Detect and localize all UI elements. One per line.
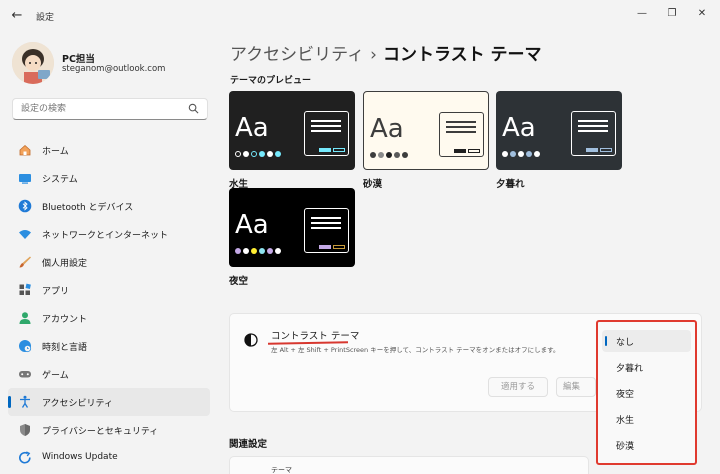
breadcrumb-separator: ›: [370, 45, 377, 65]
related-settings-card[interactable]: テーマ: [229, 456, 589, 474]
theme-sample-text: Aa: [370, 114, 404, 144]
sidebar-item-privacy[interactable]: プライバシーとセキュリティ: [8, 416, 210, 444]
brush-icon: [19, 256, 31, 268]
dropdown-option-none[interactable]: なし: [602, 330, 691, 352]
dropdown-option-label: 水生: [616, 416, 635, 426]
sidebar-item-time-language[interactable]: 時刻と言語: [8, 332, 210, 360]
search-input[interactable]: [13, 99, 173, 119]
sidebar-item-personalization[interactable]: 個人用設定: [8, 248, 210, 276]
breadcrumb-parent[interactable]: アクセシビリティ: [230, 45, 364, 65]
sidebar-item-bluetooth[interactable]: Bluetooth とデバイス: [8, 192, 210, 220]
sidebar-item-label: ネットワークとインターネット: [42, 231, 169, 241]
contrast-theme-description: 左 Alt + 左 Shift + PrintScreen キーを押して、コント…: [271, 346, 560, 354]
bluetooth-icon: [18, 199, 32, 213]
contrast-theme-dropdown[interactable]: なし 夕暮れ 夜空 水生 砂漠: [596, 320, 697, 465]
search-icon: [188, 103, 199, 114]
color-dots: [235, 149, 283, 160]
sidebar-item-windows-update[interactable]: Windows Update: [8, 444, 210, 472]
theme-preview-dusk[interactable]: Aa: [496, 91, 622, 170]
dropdown-option-label: 砂漠: [616, 442, 635, 452]
contrast-theme-title: コントラスト テーマ: [271, 331, 360, 342]
dropdown-option-desert[interactable]: 砂漠: [602, 434, 691, 456]
game-icon: [19, 371, 31, 378]
related-settings-title: 関連設定: [229, 439, 268, 450]
shield-icon: [20, 424, 30, 436]
accessibility-icon: [20, 395, 30, 408]
sidebar-item-gaming[interactable]: ゲーム: [8, 360, 210, 388]
time-language-icon: [19, 340, 32, 353]
theme-sample-text: Aa: [235, 113, 269, 143]
apps-icon: [19, 283, 31, 295]
system-icon: [19, 174, 31, 184]
sidebar-item-apps[interactable]: アプリ: [8, 276, 210, 304]
theme-sample-text: Aa: [502, 113, 536, 143]
wifi-icon: [19, 230, 31, 239]
sidebar-item-label: ゲーム: [42, 371, 69, 381]
dropdown-option-label: なし: [616, 338, 635, 348]
home-icon: [19, 144, 31, 156]
breadcrumb: アクセシビリティ › コントラスト テーマ: [230, 40, 542, 65]
sidebar-item-label: プライバシーとセキュリティ: [42, 427, 159, 437]
sidebar-item-label: システム: [42, 175, 78, 185]
color-dots: [502, 149, 542, 160]
sidebar-item-label: 時刻と言語: [42, 343, 88, 353]
sidebar-item-label: アカウント: [42, 315, 88, 325]
color-dots: [370, 150, 410, 161]
window-sample: [439, 112, 484, 157]
edit-button[interactable]: 編集: [556, 377, 596, 397]
sidebar-item-system[interactable]: システム: [8, 164, 210, 192]
sidebar-item-label: 個人用設定: [42, 259, 88, 269]
user-email: steganom@outlook.com: [62, 64, 166, 74]
app-title: 設定: [36, 13, 55, 23]
minimize-icon[interactable]: —: [632, 6, 652, 22]
sidebar-item-label: Windows Update: [42, 452, 118, 462]
color-dots: [235, 246, 283, 257]
title-bar: ← 設定 — ❐ ✕: [0, 0, 720, 32]
account-icon: [19, 312, 31, 324]
dropdown-option-label: 夜空: [616, 390, 635, 400]
theme-sample-text: Aa: [235, 210, 269, 240]
back-icon[interactable]: ←: [8, 7, 26, 25]
dropdown-option-night-sky[interactable]: 夜空: [602, 382, 691, 404]
sidebar-item-label: アプリ: [42, 287, 70, 297]
dropdown-option-dusk[interactable]: 夕暮れ: [602, 356, 691, 378]
sidebar-item-accounts[interactable]: アカウント: [8, 304, 210, 332]
apply-button[interactable]: 適用する: [488, 377, 548, 397]
theme-preview-aquatic[interactable]: Aa: [229, 91, 355, 170]
sidebar-nav: ホーム システム Bluetooth とデバイス ネットワークとインターネット …: [8, 136, 210, 472]
preview-title: テーマのプレビュー: [230, 76, 312, 86]
user-name: PC担当: [62, 54, 95, 65]
page-title: コントラスト テーマ: [382, 45, 542, 65]
search-box[interactable]: [12, 98, 208, 120]
theme-name-desert: 砂漠: [363, 179, 383, 190]
sidebar-item-accessibility[interactable]: アクセシビリティ: [8, 388, 210, 416]
sidebar-item-label: アクセシビリティ: [42, 399, 114, 409]
window-sample: [304, 208, 349, 253]
contrast-icon: [244, 333, 258, 347]
dropdown-option-aquatic[interactable]: 水生: [602, 408, 691, 430]
close-icon[interactable]: ✕: [692, 6, 712, 22]
sidebar-item-label: Bluetooth とデバイス: [42, 203, 134, 213]
theme-preview-desert[interactable]: Aa: [363, 91, 489, 170]
maximize-icon[interactable]: ❐: [662, 6, 682, 22]
avatar[interactable]: [12, 42, 54, 84]
theme-name-night-sky: 夜空: [229, 276, 249, 287]
theme-preview-night-sky[interactable]: Aa: [229, 188, 355, 267]
theme-name-dusk: 夕暮れ: [496, 179, 525, 190]
sidebar-item-label: ホーム: [42, 147, 69, 157]
update-icon: [19, 451, 31, 464]
dropdown-option-label: 夕暮れ: [616, 364, 644, 374]
sidebar-item-network[interactable]: ネットワークとインターネット: [8, 220, 210, 248]
sidebar-item-home[interactable]: ホーム: [8, 136, 210, 164]
related-item-themes[interactable]: テーマ: [271, 465, 292, 474]
window-sample: [304, 111, 349, 156]
window-sample: [571, 111, 616, 156]
